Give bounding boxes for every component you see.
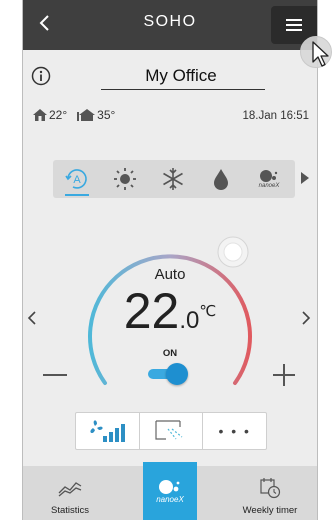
decrease-temp-button[interactable] (43, 374, 67, 376)
setpoint-temperature: 22.0℃ (23, 282, 317, 340)
next-arrow-icon[interactable] (301, 310, 311, 326)
nanoe-mode-label: nanoeX (258, 183, 280, 189)
drop-icon (214, 169, 228, 190)
statistics-chart-icon (58, 482, 82, 497)
hamburger-menu-icon (286, 19, 302, 31)
mouse-pointer-icon (312, 41, 329, 67)
chevron-right-icon[interactable] (301, 172, 309, 184)
outdoor-temp: 35° (97, 108, 116, 122)
mode-selector: A nanoeX (53, 160, 309, 198)
more-options-button[interactable]: • • • (203, 413, 266, 449)
increase-temp-button[interactable] (273, 364, 295, 386)
temperature-readout: 22° 35° (33, 108, 125, 122)
nanoe-x-icon (260, 170, 278, 182)
auto-mode-icon: A (65, 169, 87, 189)
weekly-timer-label: Weekly timer (242, 505, 298, 516)
mode-auto-button[interactable]: A (53, 160, 101, 198)
datetime: 18.Jan 16:51 (242, 110, 309, 122)
mode-label: Auto (154, 266, 186, 283)
nanoe-tab[interactable]: nanoeX (143, 462, 197, 520)
header-bar: SOHO (23, 0, 317, 50)
room-name[interactable]: My Office (101, 66, 261, 86)
snowflake-icon (163, 168, 183, 190)
mode-dry-button[interactable] (197, 160, 245, 198)
room-name-underline (101, 89, 265, 90)
nanoe-tab-label: nanoeX (156, 494, 184, 504)
power-label: ON (162, 348, 178, 359)
previous-arrow-icon[interactable] (27, 310, 37, 326)
bottom-nav: Statistics nanoeX Weekly timer (23, 462, 317, 520)
power-toggle[interactable] (148, 363, 188, 385)
info-icon[interactable] (31, 66, 51, 86)
nanoe-x-icon (159, 479, 180, 494)
mode-nanoe-button[interactable]: nanoeX (245, 160, 293, 198)
indoor-house-icon (33, 109, 47, 121)
weekly-timer-icon (260, 478, 281, 499)
outdoor-house-icon (77, 109, 96, 121)
svg-text:A: A (73, 174, 81, 186)
fan-speed-icon (90, 420, 126, 442)
mode-cool-button[interactable] (149, 160, 197, 198)
fan-speed-button[interactable] (76, 413, 140, 449)
power-toggle-knob (166, 363, 188, 385)
indoor-temp: 22° (49, 108, 68, 122)
weekly-timer-tab[interactable]: Weekly timer (233, 466, 307, 520)
more-dots-icon: • • • (218, 423, 251, 439)
setpoint-whole: 22 (123, 283, 180, 339)
airflow-direction-button[interactable] (140, 413, 204, 449)
statistics-label: Statistics (50, 505, 89, 516)
sun-icon (114, 168, 136, 190)
setpoint-unit: ℃ (199, 303, 217, 320)
mode-heat-button[interactable] (101, 160, 149, 198)
statistics-tab[interactable]: Statistics (35, 466, 105, 520)
setpoint-decimal: .0 (179, 307, 200, 334)
app-screen: SOHO My Office 22° 35° 18.Jan 16:51 A na… (22, 0, 318, 520)
airflow-direction-icon (155, 420, 183, 440)
sub-controls-bar: • • • (75, 412, 267, 450)
